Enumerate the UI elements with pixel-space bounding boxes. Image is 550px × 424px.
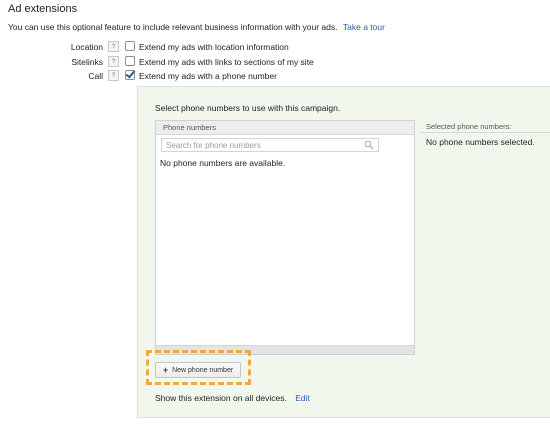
help-icon[interactable]: ?: [108, 70, 119, 81]
devices-row: Show this extension on all devices. Edit: [155, 393, 310, 403]
call-checkbox-label[interactable]: Extend my ads with a phone number: [139, 71, 277, 81]
phone-numbers-header: Phone numbers: [156, 121, 414, 135]
ad-extensions-page: Ad extensions You can use this optional …: [0, 0, 550, 424]
extension-row-location: Location ? Extend my ads with location i…: [0, 41, 550, 55]
intro-text: You can use this optional feature to inc…: [8, 22, 385, 32]
search-icon[interactable]: [364, 140, 374, 150]
extension-label-sitelinks: Sitelinks: [71, 57, 103, 67]
call-extension-panel: Select phone numbers to use with this ca…: [137, 86, 550, 418]
help-icon[interactable]: ?: [108, 56, 119, 67]
empty-phone-list-message: No phone numbers are available.: [160, 158, 286, 168]
sitelinks-checkbox-label[interactable]: Extend my ads with links to sections of …: [139, 57, 314, 67]
new-phone-number-button[interactable]: + New phone number: [155, 362, 241, 378]
panel-title: Select phone numbers to use with this ca…: [155, 103, 341, 113]
new-phone-number-label: New phone number: [172, 366, 234, 374]
devices-text: Show this extension on all devices.: [155, 393, 287, 403]
section-title: Ad extensions: [8, 3, 78, 15]
location-checkbox-label[interactable]: Extend my ads with location information: [139, 42, 289, 52]
selected-phone-numbers-header: Selected phone numbers:: [420, 120, 550, 133]
sitelinks-checkbox[interactable]: [125, 56, 135, 66]
search-box: [161, 138, 379, 152]
plus-icon: +: [162, 365, 169, 375]
help-icon[interactable]: ?: [108, 41, 119, 52]
call-checkbox[interactable]: [125, 70, 135, 80]
extension-label-location: Location: [70, 42, 103, 52]
edit-devices-link[interactable]: Edit: [295, 393, 310, 403]
take-a-tour-link[interactable]: Take a tour: [343, 22, 385, 32]
extension-row-sitelinks: Sitelinks ? Extend my ads with links to …: [0, 56, 550, 70]
intro-description: You can use this optional feature to inc…: [8, 22, 338, 32]
location-checkbox[interactable]: [125, 41, 135, 51]
extension-label-call: Call: [88, 71, 103, 81]
phone-search-input[interactable]: [162, 139, 356, 151]
extension-row-call: Call ? Extend my ads with a phone number: [0, 70, 550, 84]
selected-empty-message: No phone numbers selected.: [426, 137, 535, 147]
phone-numbers-list: Phone numbers No phone numbers are avail…: [155, 120, 415, 355]
